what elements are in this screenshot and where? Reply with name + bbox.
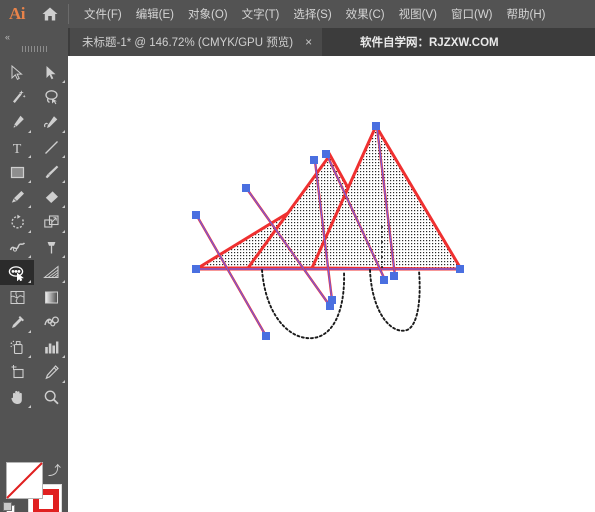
magic-wand-tool[interactable]: [0, 85, 34, 110]
menu-help[interactable]: 帮助(H): [500, 2, 553, 26]
hand-tool[interactable]: [0, 385, 34, 410]
svg-text:T: T: [13, 142, 22, 156]
blend-spine-group: [261, 269, 421, 340]
anchor-12: [456, 265, 464, 273]
mesh-tool[interactable]: [0, 285, 34, 310]
anchor-2: [242, 184, 250, 192]
perspective-grid-tool[interactable]: [34, 260, 68, 285]
tool-flyout-icon[interactable]: [62, 155, 65, 158]
free-transform-tool[interactable]: [34, 235, 68, 260]
document-tab-bar: « 未标题-1* @ 146.72% (CMYK/GPU 预览) × 软件自学网…: [0, 28, 595, 56]
anchor-4: [322, 150, 330, 158]
anchor-5: [372, 122, 380, 130]
paintbrush-tool[interactable]: [34, 160, 68, 185]
menu-type[interactable]: 文字(T): [235, 2, 287, 26]
tool-flyout-icon[interactable]: [62, 205, 65, 208]
menu-divider: [68, 4, 69, 24]
symbol-sprayer-tool[interactable]: [0, 335, 34, 360]
tool-flyout-icon[interactable]: [62, 280, 65, 283]
toolbar-header: «: [0, 28, 68, 56]
tool-flyout-icon[interactable]: [28, 205, 31, 208]
pen-tool[interactable]: [0, 110, 34, 135]
eraser-tool[interactable]: [34, 185, 68, 210]
tool-flyout-icon[interactable]: [62, 255, 65, 258]
tool-flyout-icon[interactable]: [28, 130, 31, 133]
triangle-group: [192, 122, 464, 271]
tool-flyout-icon[interactable]: [62, 355, 65, 358]
tool-flyout-icon[interactable]: [62, 380, 65, 383]
tool-flyout-icon[interactable]: [62, 80, 65, 83]
scale-tool[interactable]: [34, 210, 68, 235]
watermark-text: 软件自学网：RJZXW.COM: [360, 37, 499, 49]
swap-fill-stroke-icon[interactable]: ⤴: [48, 460, 61, 479]
menu-file[interactable]: 文件(F): [77, 2, 129, 26]
default-fill-stroke-icon[interactable]: [3, 502, 16, 512]
artboard-canvas[interactable]: [68, 56, 595, 512]
toolbar-drag-grip[interactable]: [22, 46, 48, 52]
no-fill-slash-icon: [6, 462, 43, 499]
tool-flyout-icon[interactable]: [28, 330, 31, 333]
direct-selection-tool[interactable]: [34, 60, 68, 85]
anchor-1: [192, 211, 200, 219]
tool-flyout-icon[interactable]: [28, 355, 31, 358]
anchor-3: [310, 156, 318, 164]
tool-grid: T: [0, 60, 68, 410]
fill-stroke-controls: ⤴: [0, 458, 68, 512]
tool-flyout-icon[interactable]: [28, 280, 31, 283]
tool-flyout-icon[interactable]: [62, 130, 65, 133]
menu-object[interactable]: 对象(O): [181, 2, 235, 26]
tool-flyout-icon[interactable]: [28, 155, 31, 158]
blob-brush-tool[interactable]: [34, 310, 68, 335]
fill-color-swatch[interactable]: [6, 462, 43, 499]
document-tab-label: 未标题-1* @ 146.72% (CMYK/GPU 预览): [82, 37, 294, 49]
rectangle-tool[interactable]: [0, 160, 34, 185]
document-tab[interactable]: 未标题-1* @ 146.72% (CMYK/GPU 预览) ×: [70, 28, 323, 56]
collapse-panel-icon[interactable]: «: [5, 32, 10, 42]
curvature-tool[interactable]: [34, 110, 68, 135]
lasso-tool[interactable]: [34, 85, 68, 110]
tool-flyout-icon[interactable]: [28, 405, 31, 408]
menu-select[interactable]: 选择(S): [286, 2, 338, 26]
rotate-tool[interactable]: [0, 210, 34, 235]
tool-flyout-icon[interactable]: [62, 230, 65, 233]
anchor-6: [192, 265, 200, 273]
slice-tool[interactable]: [34, 360, 68, 385]
menu-window[interactable]: 窗口(W): [444, 2, 500, 26]
tools-panel: T ⤴: [0, 56, 68, 512]
close-icon[interactable]: ×: [293, 28, 322, 56]
anchor-11: [390, 272, 398, 280]
anchor-10: [380, 276, 388, 284]
blend-tool[interactable]: [0, 260, 34, 285]
default-front-swatch: [3, 502, 12, 511]
width-tool[interactable]: [0, 235, 34, 260]
column-graph-tool[interactable]: [34, 335, 68, 360]
eyedropper-tool[interactable]: [0, 310, 34, 335]
shaper-tool[interactable]: [0, 185, 34, 210]
menu-view[interactable]: 视图(V): [392, 2, 444, 26]
artboard-tool[interactable]: [0, 360, 34, 385]
tool-flyout-icon[interactable]: [28, 255, 31, 258]
home-icon[interactable]: [34, 0, 66, 28]
tool-flyout-icon[interactable]: [28, 180, 31, 183]
menu-edit[interactable]: 编辑(E): [129, 2, 181, 26]
selection-tool[interactable]: [0, 60, 34, 85]
menu-bar: Ai 文件(F) 编辑(E) 对象(O) 文字(T) 选择(S) 效果(C) 视…: [0, 0, 595, 28]
tool-flyout-icon[interactable]: [62, 180, 65, 183]
anchor-7: [262, 332, 270, 340]
gradient-tool[interactable]: [34, 285, 68, 310]
anchor-9: [328, 296, 336, 304]
blend-triangle-artwork: [192, 122, 464, 340]
line-segment-tool[interactable]: [34, 135, 68, 160]
menu-effect[interactable]: 效果(C): [339, 2, 392, 26]
menu-item-list: 文件(F) 编辑(E) 对象(O) 文字(T) 选择(S) 效果(C) 视图(V…: [77, 2, 552, 26]
app-logo: Ai: [9, 4, 26, 23]
zoom-tool[interactable]: [34, 385, 68, 410]
type-tool[interactable]: T: [0, 135, 34, 160]
illustrator-window: Ai 文件(F) 编辑(E) 对象(O) 文字(T) 选择(S) 效果(C) 视…: [0, 0, 595, 512]
tool-flyout-icon[interactable]: [28, 230, 31, 233]
